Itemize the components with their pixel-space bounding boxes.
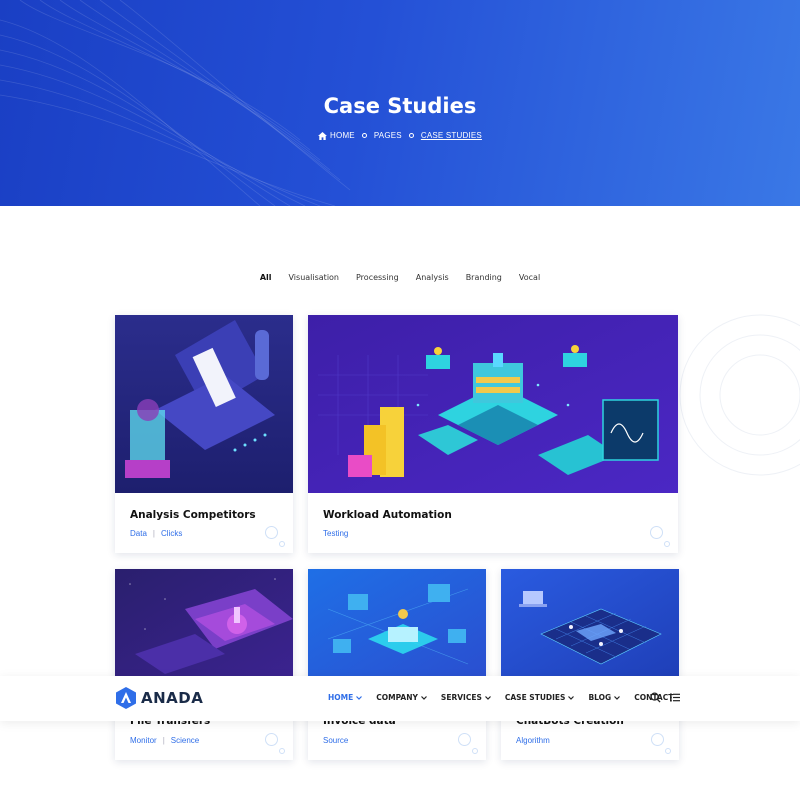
chevron-down-icon [614, 695, 621, 700]
filter-tab-visualisation[interactable]: Visualisation [280, 273, 348, 282]
card-thumbnail-image [115, 569, 293, 677]
nav-item-case-studies[interactable]: CASE STUDIES [505, 693, 575, 702]
nav-item-home[interactable]: HOME [328, 693, 363, 702]
tag-divider: | [162, 736, 165, 745]
chevron-down-icon [356, 695, 363, 700]
decorative-circle [458, 733, 471, 746]
nav-icons [650, 692, 680, 703]
list-menu-icon[interactable] [670, 693, 680, 702]
nav-item-label: BLOG [588, 693, 612, 702]
decorative-dot [472, 748, 478, 754]
filter-tab-processing[interactable]: Processing [348, 273, 408, 282]
case-study-card[interactable]: Analysis Competitors Data | Clicks [115, 315, 293, 553]
decorative-circle [265, 733, 278, 746]
breadcrumb-current: CASE STUDIES [420, 131, 482, 140]
breadcrumb-home-label: HOME [330, 131, 355, 140]
sticky-navbar: ANADA HOME COMPANY SERVICES CASE STUDIES… [0, 676, 800, 721]
card-tags: Algorithm [516, 736, 550, 745]
nav-item-label: COMPANY [376, 693, 418, 702]
filter-tab-branding[interactable]: Branding [457, 273, 510, 282]
tag-link[interactable]: Algorithm [516, 736, 550, 745]
main-menu: HOME COMPANY SERVICES CASE STUDIES BLOG … [328, 693, 673, 702]
decorative-dot [664, 541, 670, 547]
card-tags: Source [323, 736, 348, 745]
decorative-circle [265, 526, 278, 539]
nav-item-label: SERVICES [440, 693, 482, 702]
filter-tab-vocal[interactable]: Vocal [510, 273, 548, 282]
breadcrumb-pages[interactable]: PAGES [374, 131, 402, 140]
card-tags: Data | Clicks [130, 529, 182, 538]
hero-banner: Case Studies HOME PAGES CASE STUDIES [0, 0, 800, 206]
logo-hexagon-icon [116, 687, 136, 709]
breadcrumb-home[interactable]: HOME [318, 131, 355, 140]
nav-item-label: HOME [328, 693, 354, 702]
filter-tabs: All Visualisation Processing Analysis Br… [0, 266, 800, 282]
decorative-circle [650, 526, 663, 539]
filter-tab-all[interactable]: All [251, 266, 280, 282]
nav-item-label: CASE STUDIES [504, 693, 566, 702]
card-title[interactable]: Analysis Competitors [130, 509, 256, 521]
page: Case Studies HOME PAGES CASE STUDIES All… [0, 0, 800, 800]
search-icon[interactable] [650, 692, 661, 703]
breadcrumb-separator [408, 133, 414, 138]
tag-link[interactable]: Testing [323, 529, 348, 538]
nav-item-blog[interactable]: BLOG [588, 693, 621, 702]
card-thumbnail-image [308, 315, 678, 493]
logo[interactable]: ANADA [115, 687, 203, 709]
case-study-card[interactable]: ChatBots Creation Algorithm [501, 569, 679, 760]
decorative-circle [651, 733, 664, 746]
card-thumbnail-image [115, 315, 293, 493]
nav-item-services[interactable]: SERVICES [441, 693, 491, 702]
card-thumbnail-image [501, 569, 679, 677]
decorative-dot [279, 748, 285, 754]
filter-tab-analysis[interactable]: Analysis [407, 273, 457, 282]
tag-link[interactable]: Data [130, 529, 147, 538]
tag-divider: | [152, 529, 155, 538]
tag-link[interactable]: Clicks [161, 529, 182, 538]
home-icon [318, 131, 327, 140]
card-title[interactable]: Workload Automation [323, 509, 452, 521]
case-study-card[interactable]: Invoice data Source [308, 569, 486, 760]
card-tags: Testing [323, 529, 348, 538]
nav-item-company[interactable]: COMPANY [376, 693, 427, 702]
breadcrumb: HOME PAGES CASE STUDIES [0, 131, 800, 140]
tag-link[interactable]: Monitor [130, 736, 157, 745]
chevron-down-icon [420, 695, 427, 700]
chevron-down-icon [484, 695, 491, 700]
decorative-dot [665, 748, 671, 754]
decorative-dot [279, 541, 285, 547]
tag-link[interactable]: Science [171, 736, 199, 745]
case-study-card[interactable]: Workload Automation Testing [308, 315, 678, 553]
breadcrumb-separator [361, 133, 367, 138]
page-title: Case Studies [323, 94, 477, 118]
logo-text: ANADA [141, 689, 204, 707]
chevron-down-icon [568, 695, 575, 700]
case-study-card[interactable]: File Transfers Monitor | Science [115, 569, 293, 760]
card-tags: Monitor | Science [130, 736, 199, 745]
card-thumbnail-image [308, 569, 486, 677]
tag-link[interactable]: Source [323, 736, 348, 745]
